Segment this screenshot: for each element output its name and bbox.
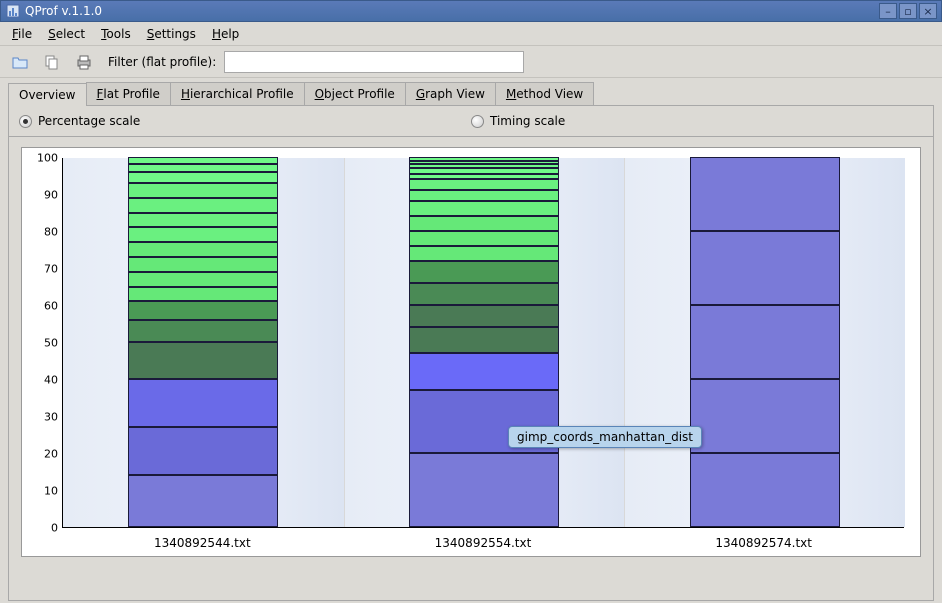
y-tick: 80 [36,226,58,239]
bar-segment[interactable] [128,287,278,302]
copy-icon[interactable] [40,50,64,74]
bar-segment[interactable] [128,198,278,213]
bar-segment[interactable] [690,379,840,453]
menu-help[interactable]: Help [204,24,247,44]
y-tick: 50 [36,337,58,350]
bar-segment[interactable] [690,157,840,231]
bar-segment[interactable] [690,453,840,527]
y-tick: 100 [36,152,58,165]
app-icon [5,3,21,19]
chart: gimp_coords_manhattan_dist 0 10 20 30 40 50 60… [21,147,921,557]
tab-object-profile[interactable]: Object Profile [304,82,406,105]
bar-column[interactable] [128,157,278,527]
x-label: 1340892574.txt [623,536,904,550]
tab-method-view[interactable]: Method View [495,82,594,105]
bar-segment[interactable] [409,216,559,231]
menu-settings[interactable]: Settings [139,24,204,44]
bar-segment[interactable] [128,379,278,427]
bar-segment[interactable] [690,231,840,305]
content-panel: Percentage scale Timing scale gimp_coord… [8,105,934,601]
filter-label: Filter (flat profile): [108,55,216,69]
y-tick: 40 [36,374,58,387]
toolbar: Filter (flat profile): [0,46,942,78]
tab-graph-view[interactable]: Graph View [405,82,496,105]
radio-icon [19,115,32,128]
radio-label: Timing scale [490,114,565,128]
bar-segment[interactable] [128,475,278,527]
radio-percentage[interactable]: Percentage scale [19,114,471,128]
bar-segment[interactable] [409,168,559,174]
bar-segment[interactable] [409,201,559,216]
print-icon[interactable] [72,50,96,74]
close-button[interactable]: × [919,3,937,19]
tab-flat-profile[interactable]: Flat Profile [86,82,171,105]
bar-segment[interactable] [128,164,278,171]
bar-segment[interactable] [128,183,278,198]
bar-segment[interactable] [409,174,559,180]
plot-area [62,158,904,528]
window-title: QProf v.1.1.0 [25,4,879,18]
radio-label: Percentage scale [38,114,140,128]
bar-segment[interactable] [409,261,559,283]
bar-segment[interactable] [690,305,840,379]
x-label: 1340892544.txt [62,536,343,550]
tabbar: OverviewFlat ProfileHierarchical Profile… [0,78,942,105]
bar-segment[interactable] [409,353,559,390]
bar-segment[interactable] [409,453,559,527]
filter-input[interactable] [224,51,524,73]
bar-segment[interactable] [409,283,559,305]
bar-segment[interactable] [128,242,278,257]
bar-segment[interactable] [128,213,278,228]
bar-segment[interactable] [409,179,559,190]
menu-file[interactable]: File [4,24,40,44]
y-tick: 0 [36,522,58,535]
chart-tooltip: gimp_coords_manhattan_dist [508,426,702,448]
bar-segment[interactable] [128,301,278,320]
chart-container: gimp_coords_manhattan_dist 0 10 20 30 40 50 60… [9,137,933,563]
bar-segment[interactable] [409,246,559,261]
open-icon[interactable] [8,50,32,74]
y-tick: 20 [36,448,58,461]
radio-icon [471,115,484,128]
menubar: File Select Tools Settings Help [0,22,942,46]
x-label: 1340892554.txt [343,536,624,550]
bar-segment[interactable] [409,190,559,201]
bar-segment[interactable] [128,257,278,272]
y-tick: 90 [36,189,58,202]
minimize-button[interactable]: – [879,3,897,19]
tab-overview[interactable]: Overview [8,83,87,106]
y-tick: 70 [36,263,58,276]
bar-segment[interactable] [128,172,278,183]
bar-segment[interactable] [409,231,559,246]
radio-timing[interactable]: Timing scale [471,114,923,128]
y-tick: 30 [36,411,58,424]
tab-hierarchical-profile[interactable]: Hierarchical Profile [170,82,305,105]
bar-segment[interactable] [128,227,278,242]
maximize-button[interactable]: ▫ [899,3,917,19]
bar-segment[interactable] [409,161,559,165]
bar-segment[interactable] [409,327,559,353]
bar-segment[interactable] [128,157,278,164]
bar-segment[interactable] [128,342,278,379]
bar-column[interactable] [409,157,559,527]
bar-segment[interactable] [128,320,278,342]
bar-segment[interactable] [409,305,559,327]
bar-segment[interactable] [128,427,278,475]
bar-segment[interactable] [409,157,559,161]
bar-segment[interactable] [409,164,559,168]
bar-column[interactable] [690,157,840,527]
y-tick: 60 [36,300,58,313]
menu-select[interactable]: Select [40,24,93,44]
menu-tools[interactable]: Tools [93,24,139,44]
titlebar: QProf v.1.1.0 – ▫ × [0,0,942,22]
scale-chooser: Percentage scale Timing scale [9,106,933,137]
y-tick: 10 [36,485,58,498]
bar-segment[interactable] [128,272,278,287]
